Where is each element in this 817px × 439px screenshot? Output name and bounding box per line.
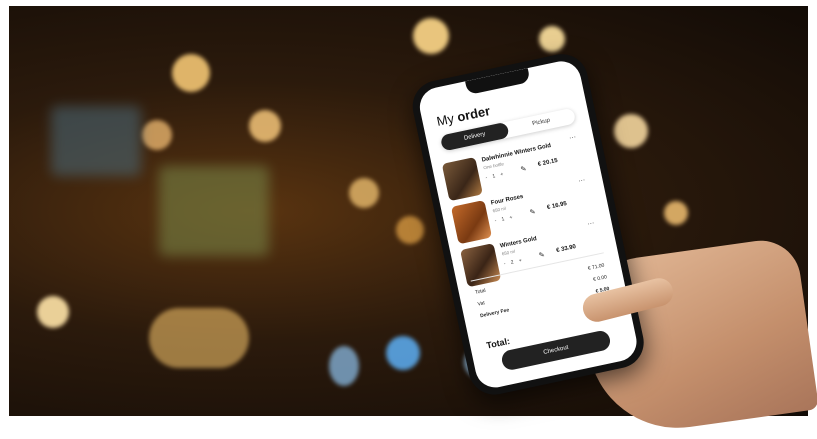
light-bokeh — [37, 296, 69, 328]
blurred-window — [159, 166, 269, 256]
quantity-stepper[interactable]: - 2 + — [503, 257, 524, 267]
page-title-bold: order — [455, 103, 492, 125]
checkout-button[interactable]: Checkout — [500, 329, 612, 372]
more-dots-icon[interactable]: ··· — [578, 177, 586, 185]
product-image — [450, 200, 493, 245]
light-bokeh — [172, 54, 210, 92]
item-price: € 16.95 — [546, 200, 568, 212]
light-bokeh — [349, 178, 379, 208]
item-name: Four Roses — [490, 193, 524, 207]
phone-notch — [465, 68, 531, 96]
more-dots-icon[interactable]: ··· — [569, 134, 577, 142]
page-title: My order — [435, 103, 491, 129]
summary-value: € 0.00 — [592, 274, 608, 284]
light-bokeh — [149, 308, 249, 368]
page-title-light: My — [435, 110, 456, 129]
tab-pickup[interactable]: Pickup — [506, 108, 576, 138]
item-price: € 33.90 — [555, 244, 577, 255]
item-price: € 20.15 — [537, 157, 559, 168]
summary-label: Total — [474, 287, 487, 296]
product-image — [441, 156, 483, 202]
light-bokeh — [249, 110, 281, 142]
pencil-icon[interactable]: ✎ — [529, 208, 536, 217]
blurred-window — [51, 106, 141, 176]
light-bokeh — [396, 216, 424, 244]
summary-label: Vat — [477, 300, 486, 308]
summary-label: Delivery Fee — [479, 307, 510, 320]
light-bokeh — [329, 346, 359, 386]
item-size: 650 ml — [492, 205, 507, 214]
light-bokeh — [413, 18, 449, 54]
more-dots-icon[interactable]: ··· — [587, 220, 595, 228]
product-image — [460, 243, 502, 288]
grand-total-label: Total: — [485, 335, 511, 351]
item-name: Winters Gold — [499, 236, 538, 250]
pencil-icon[interactable]: ✎ — [520, 165, 527, 174]
item-size: 650 ml — [501, 248, 516, 257]
quantity-stepper[interactable]: - 1 + — [485, 171, 506, 181]
pencil-icon[interactable]: ✎ — [538, 251, 545, 260]
light-bokeh — [664, 201, 688, 225]
light-bokeh — [539, 26, 565, 52]
light-bokeh — [142, 120, 172, 150]
quantity-stepper[interactable]: - 1 + — [494, 214, 515, 224]
light-bokeh — [386, 336, 420, 370]
